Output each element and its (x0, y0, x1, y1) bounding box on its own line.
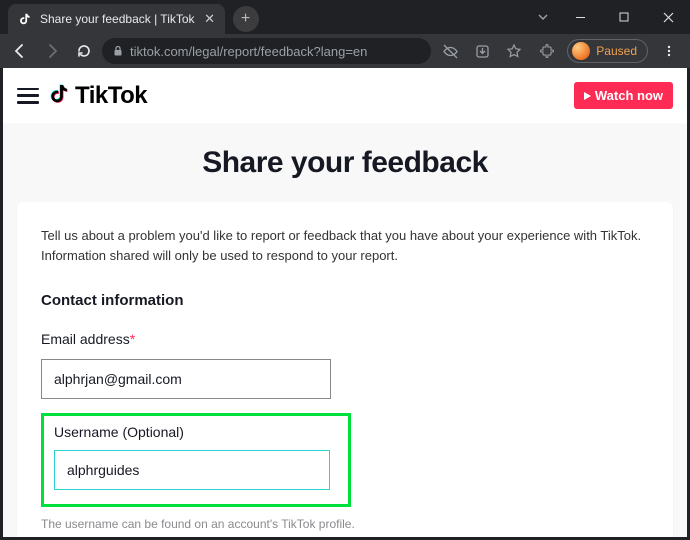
extensions-icon[interactable] (531, 37, 561, 65)
tabs-chevron-icon[interactable] (528, 11, 558, 23)
username-hint: The username can be found on an account'… (41, 517, 649, 531)
username-highlight: Username (Optional) (41, 413, 351, 507)
window-titlebar: Share your feedback | TikTok ✕ + (0, 0, 690, 34)
intro-text: Tell us about a problem you'd like to re… (41, 226, 649, 266)
tiktok-note-icon (49, 83, 71, 109)
profile-chip[interactable]: Paused (567, 39, 648, 63)
bookmark-star-icon[interactable] (499, 37, 529, 65)
browser-tab[interactable]: Share your feedback | TikTok ✕ (8, 4, 225, 34)
avatar (572, 42, 590, 60)
watch-now-button[interactable]: Watch now (574, 82, 673, 109)
email-field[interactable] (41, 359, 331, 399)
email-label: Email address* (41, 331, 649, 347)
feedback-card: Tell us about a problem you'd like to re… (17, 202, 673, 537)
site-header: TikTok Watch now (3, 68, 687, 124)
kebab-menu-icon[interactable] (654, 37, 684, 65)
tiktok-favicon (18, 12, 32, 26)
nav-reload-button[interactable] (70, 37, 98, 65)
brand-text: TikTok (75, 82, 147, 110)
window-maximize-button[interactable] (602, 2, 646, 32)
nav-forward-button[interactable] (38, 37, 66, 65)
play-icon (584, 92, 591, 100)
address-bar[interactable]: tiktok.com/legal/report/feedback?lang=en (102, 38, 431, 64)
new-tab-button[interactable]: + (233, 6, 259, 32)
tiktok-logo[interactable]: TikTok (49, 82, 147, 110)
eye-off-icon[interactable] (435, 37, 465, 65)
url-text: tiktok.com/legal/report/feedback?lang=en (130, 44, 421, 59)
profile-status: Paused (596, 44, 637, 58)
window-minimize-button[interactable] (558, 2, 602, 32)
window-close-button[interactable] (646, 2, 690, 32)
tab-close-icon[interactable]: ✕ (203, 12, 217, 26)
required-mark: * (130, 331, 135, 347)
tab-title: Share your feedback | TikTok (40, 12, 195, 26)
page-viewport: TikTok Watch now Share your feedback Tel… (3, 68, 687, 537)
lock-icon (112, 45, 124, 57)
page-title: Share your feedback (3, 146, 687, 180)
username-field[interactable] (54, 450, 330, 490)
hamburger-menu-icon[interactable] (17, 88, 39, 104)
username-label: Username (Optional) (54, 424, 338, 440)
install-icon[interactable] (467, 37, 497, 65)
contact-heading: Contact information (41, 292, 649, 309)
nav-back-button[interactable] (6, 37, 34, 65)
watch-now-label: Watch now (595, 88, 663, 103)
browser-toolbar: tiktok.com/legal/report/feedback?lang=en… (0, 34, 690, 68)
